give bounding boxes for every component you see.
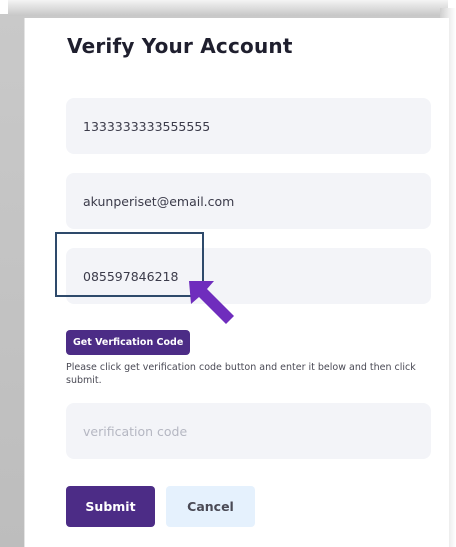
phone-highlight-box	[55, 232, 204, 297]
email-value: akunperiset@email.com	[83, 193, 235, 209]
help-text: Please click get verification code butto…	[66, 362, 416, 386]
id-number-field[interactable]: 1333333333555555	[66, 98, 431, 154]
verification-code-input[interactable]: verification code	[66, 403, 431, 459]
id-number-value: 1333333333555555	[83, 118, 211, 134]
cancel-button[interactable]: Cancel	[166, 486, 255, 527]
verification-code-placeholder: verification code	[83, 423, 188, 439]
email-field[interactable]: akunperiset@email.com	[66, 173, 431, 229]
page-title: Verify Your Account	[67, 34, 293, 58]
arrow-up-left-icon	[189, 281, 234, 324]
window-shadow-top	[8, 0, 448, 16]
get-verification-code-button[interactable]: Get Verfication Code	[66, 330, 191, 355]
submit-button[interactable]: Submit	[66, 486, 155, 527]
